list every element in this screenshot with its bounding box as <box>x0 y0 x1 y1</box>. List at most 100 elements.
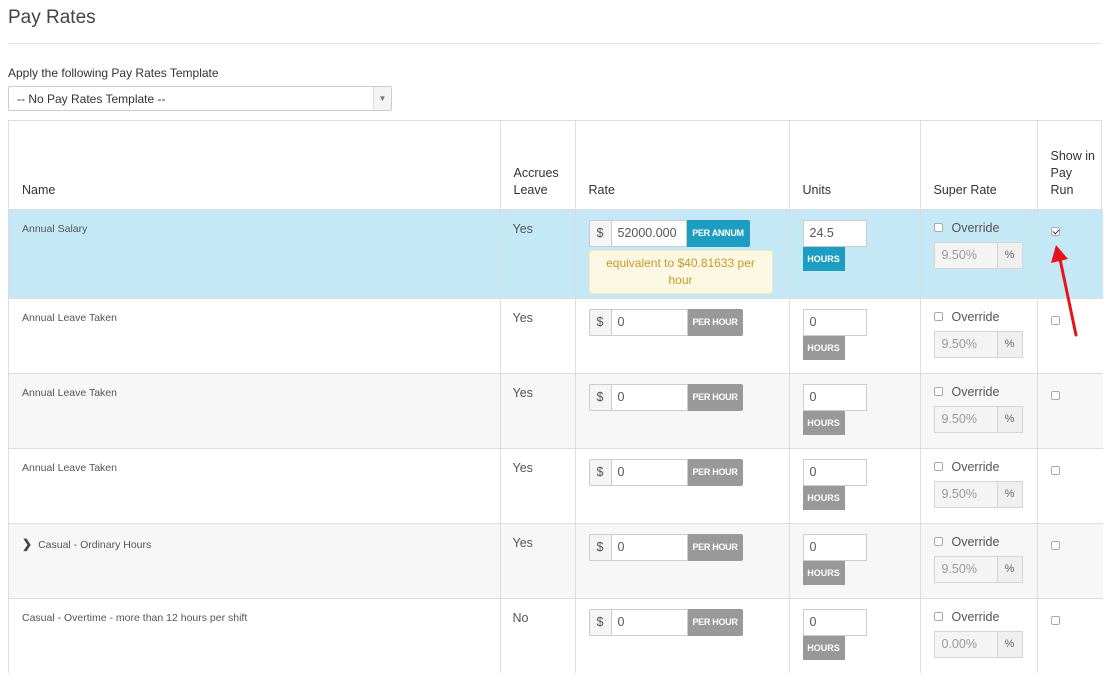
units-cell: 0 HOURS <box>788 597 920 673</box>
super-rate-group: 9.50% % <box>933 480 1023 508</box>
table-row[interactable]: Annual Leave Taken Yes $ 0 PER HOUR 0 HO… <box>9 372 1103 448</box>
units-label: HOURS <box>802 410 845 435</box>
override-toggle[interactable]: Override <box>933 310 1037 324</box>
rate-input[interactable]: 0 <box>610 308 688 336</box>
units-label: HOURS <box>802 335 845 360</box>
show-in-pay-run-checkbox[interactable] <box>1050 540 1060 550</box>
row-name: Casual - Overtime - more than 12 hours p… <box>9 597 500 673</box>
row-accrues-leave: Yes <box>499 297 575 373</box>
show-in-pay-run-cell <box>1036 447 1103 523</box>
show-in-pay-run-checkbox[interactable] <box>1050 615 1060 625</box>
override-toggle[interactable]: Override <box>933 459 1037 474</box>
show-in-pay-run-checkbox[interactable] <box>1050 465 1060 475</box>
rate-input[interactable]: 0 <box>610 458 688 486</box>
rate-group: $ 0 PER HOUR <box>588 383 745 411</box>
super-rate-cell: Override 9.50% % <box>919 447 1037 523</box>
header-name: Name <box>22 182 56 197</box>
super-rate-group: 9.50% % <box>933 330 1023 358</box>
rate-group: $ 0 PER HOUR <box>588 608 745 636</box>
table-row[interactable]: ❯ Casual - Ordinary Hours Yes $ 0 PER HOU… <box>9 522 1103 598</box>
super-rate-group: 0.00% % <box>933 630 1023 658</box>
rate-unit-button[interactable]: PER HOUR <box>687 383 743 411</box>
super-rate-input[interactable]: 0.00% <box>933 630 998 658</box>
super-rate-input[interactable]: 9.50% <box>933 555 998 583</box>
super-rate-input[interactable]: 9.50% <box>933 405 998 433</box>
chevron-right-icon[interactable]: ❯ <box>22 537 32 551</box>
units-input[interactable]: 0 <box>802 458 867 486</box>
override-checkbox[interactable] <box>933 223 943 232</box>
table-row[interactable]: Casual - Overtime - more than 12 hours p… <box>9 597 1103 673</box>
super-rate-input[interactable]: 9.50% <box>933 241 998 269</box>
override-checkbox[interactable] <box>933 537 943 546</box>
table-row[interactable]: Annual Leave Taken Yes $ 0 PER HOUR 0 HO… <box>9 447 1103 523</box>
super-rate-cell: Override 0.00% % <box>919 597 1037 673</box>
override-checkbox[interactable] <box>933 312 943 321</box>
override-toggle[interactable]: Override <box>933 385 1037 399</box>
rate-unit-button[interactable]: PER HOUR <box>687 458 743 486</box>
rate-unit-button[interactable]: PER ANNUM <box>686 219 750 247</box>
super-rate-input[interactable]: 9.50% <box>933 330 998 358</box>
units-cell: 0 HOURS <box>788 447 920 523</box>
row-name: Annual Leave Taken <box>9 297 500 373</box>
units-input[interactable]: 0 <box>802 608 867 636</box>
rate-unit-button[interactable]: PER HOUR <box>687 608 743 636</box>
row-accrues-leave: No <box>499 597 575 673</box>
units-input[interactable]: 24.5 <box>802 219 867 247</box>
rate-input[interactable]: 0 <box>610 608 688 636</box>
rate-unit-button[interactable]: PER HOUR <box>687 533 743 561</box>
rate-input[interactable]: 52000.000 <box>610 219 687 247</box>
currency-symbol: $ <box>588 458 611 486</box>
currency-symbol: $ <box>588 383 611 411</box>
table-row[interactable]: Annual Salary Yes $ 52000.000 PER ANNUM … <box>9 208 1103 298</box>
super-rate-input[interactable]: 9.50% <box>933 480 998 508</box>
row-accrues-leave: Yes <box>499 447 575 523</box>
rate-unit-button[interactable]: PER HOUR <box>687 308 743 336</box>
rate-cell: $ 0 PER HOUR <box>574 372 789 448</box>
override-checkbox[interactable] <box>933 387 943 396</box>
rate-cell: $ 0 PER HOUR <box>574 447 789 523</box>
show-in-pay-run-checkbox[interactable] <box>1050 390 1060 400</box>
header-accrues-leave: Accrues Leave <box>499 121 575 209</box>
currency-symbol: $ <box>588 219 611 247</box>
units-label: HOURS <box>802 560 845 585</box>
rate-group: $ 0 PER HOUR <box>588 458 745 486</box>
show-in-pay-run-cell <box>1036 372 1103 448</box>
rate-group: $ 52000.000 PER ANNUM <box>588 219 752 247</box>
override-toggle[interactable]: Override <box>933 220 1037 235</box>
pay-rates-template-select[interactable]: -- No Pay Rates Template -- ▼ <box>8 86 392 111</box>
units-input[interactable]: 0 <box>802 383 867 411</box>
header-show-in-pay-run: Show in Pay Run <box>1036 121 1103 209</box>
header-units: Units <box>788 121 920 209</box>
show-in-pay-run-checkbox[interactable] <box>1050 226 1060 236</box>
currency-symbol: $ <box>588 533 611 561</box>
override-checkbox[interactable] <box>933 612 943 621</box>
template-label: Apply the following Pay Rates Template <box>8 66 219 80</box>
super-rate-cell: Override 9.50% % <box>919 372 1037 448</box>
override-label: Override <box>951 220 1000 235</box>
currency-symbol: $ <box>588 308 611 336</box>
currency-symbol: $ <box>588 608 611 636</box>
row-accrues-leave: Yes <box>499 208 575 298</box>
row-name: Annual Leave Taken <box>9 447 500 523</box>
table-row[interactable]: Annual Leave Taken Yes $ 0 PER HOUR 0 HO… <box>9 297 1103 373</box>
rate-cell: $ 0 PER HOUR <box>574 522 789 598</box>
row-name: Casual - Ordinary Hours <box>38 538 152 551</box>
header-super-rate: Super Rate <box>919 121 1037 209</box>
units-input[interactable]: 0 <box>802 533 867 561</box>
rate-cell: $ 0 PER HOUR <box>574 597 789 673</box>
override-toggle[interactable]: Override <box>933 610 1037 624</box>
override-label: Override <box>951 534 1000 549</box>
override-checkbox[interactable] <box>933 462 943 471</box>
units-label: HOURS <box>802 246 845 271</box>
super-rate-cell: Override 9.50% % <box>919 297 1037 373</box>
units-input[interactable]: 0 <box>802 308 867 336</box>
chevron-down-icon: ▼ <box>373 87 391 110</box>
override-toggle[interactable]: Override <box>933 534 1037 549</box>
table-header-row: Name Accrues Leave Rate Units Super Rate… <box>9 121 1103 209</box>
override-label: Override <box>951 459 1000 474</box>
super-rate-cell: Override 9.50% % <box>919 208 1037 298</box>
rate-input[interactable]: 0 <box>610 383 688 411</box>
percent-addon: % <box>997 405 1023 433</box>
rate-input[interactable]: 0 <box>610 533 688 561</box>
template-select-value: -- No Pay Rates Template -- <box>17 92 166 106</box>
